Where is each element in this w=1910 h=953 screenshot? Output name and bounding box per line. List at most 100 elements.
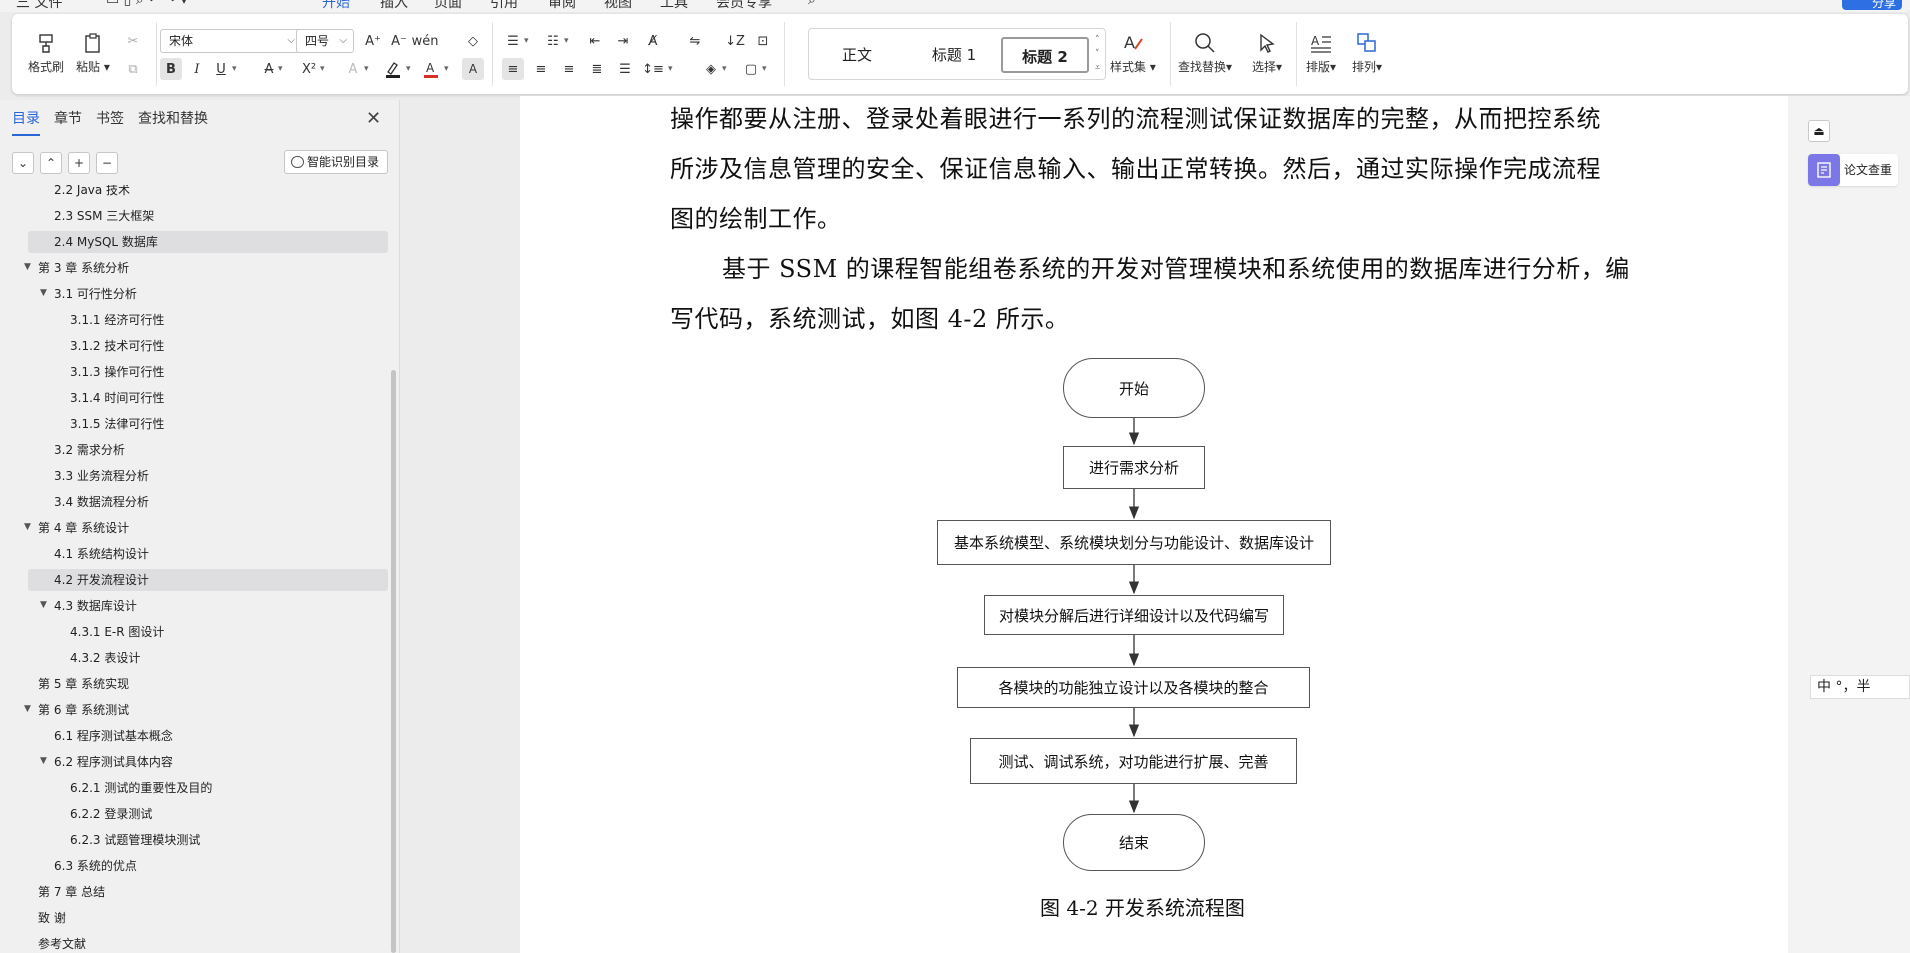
tab-review[interactable]: 审阅 <box>548 0 576 12</box>
add-icon[interactable]: + <box>68 152 90 174</box>
cut-icon[interactable]: ✂ <box>122 30 144 52</box>
line-spacing-icon[interactable]: ↕≡ <box>642 58 664 80</box>
tab-find-replace[interactable]: 查找和替换 <box>138 108 208 130</box>
chinese-layout-icon[interactable]: A̸ <box>642 30 664 52</box>
styles-menu-button[interactable]: A 样式集 ▾ <box>1110 28 1156 75</box>
toc-item[interactable]: 第 5 章 系统实现 <box>38 673 129 695</box>
toc-item[interactable]: 3.1.3 操作可行性 <box>70 361 164 383</box>
close-icon[interactable]: ✕ <box>366 108 381 129</box>
decrease-indent-icon[interactable]: ⇤ <box>584 30 606 52</box>
tab-page[interactable]: 页面 <box>434 0 462 12</box>
style-heading-2[interactable]: 标题 2 <box>1001 37 1089 73</box>
find-replace-button[interactable]: 查找替换▾ <box>1178 28 1232 75</box>
align-right-icon[interactable]: ≡ <box>558 58 580 80</box>
toc-item[interactable]: 3.3 业务流程分析 <box>54 465 149 487</box>
numbered-list-icon[interactable]: ☷ <box>542 30 564 52</box>
toc-item[interactable]: 2.3 SSM 三大框架 <box>54 205 154 227</box>
show-marks-icon[interactable]: ⊡ <box>752 30 774 52</box>
tab-toc[interactable]: 目录 <box>12 108 40 136</box>
font-color-button[interactable]: A <box>420 58 442 80</box>
bullet-list-icon[interactable]: ☰ <box>502 30 524 52</box>
remove-icon[interactable]: − <box>96 152 118 174</box>
toc-item[interactable]: 6.2 程序测试具体内容 <box>54 751 173 773</box>
format-painter-button[interactable]: 格式刷 <box>28 28 64 75</box>
align-center-icon[interactable]: ≡ <box>530 58 552 80</box>
toc-item[interactable]: 参考文献 <box>38 933 86 953</box>
paper-check-button[interactable]: 论文查重 <box>1808 154 1898 186</box>
toc-item[interactable]: 2.4 MySQL 数据库 <box>54 231 158 253</box>
toc-item[interactable]: 4.1 系统结构设计 <box>54 543 149 565</box>
paste-button[interactable]: 粘贴 ▾ <box>76 28 110 75</box>
chevron-down-icon[interactable]: ˅ <box>1095 49 1100 59</box>
toc-item[interactable]: 第 4 章 系统设计 <box>38 517 129 539</box>
scrollbar[interactable] <box>391 370 396 953</box>
toc-item[interactable]: 3.1 可行性分析 <box>54 283 137 305</box>
superscript-button[interactable]: X² <box>298 58 320 80</box>
toc-item[interactable]: 4.2 开发流程设计 <box>54 569 149 591</box>
smart-toc-button[interactable]: 智能识别目录 <box>284 150 388 174</box>
tab-view[interactable]: 视图 <box>604 0 632 12</box>
toc-item[interactable]: 6.2.2 登录测试 <box>70 803 152 825</box>
clear-format-icon[interactable]: ◇ <box>462 30 484 52</box>
style-heading-1[interactable]: 标题 1 <box>907 37 1001 73</box>
text-effect-icon[interactable]: A <box>342 58 364 80</box>
tab-bookmarks[interactable]: 书签 <box>96 108 124 130</box>
expand-toggle-icon[interactable]: ▼ <box>40 288 47 298</box>
justify-icon[interactable]: ≣ <box>586 58 608 80</box>
bold-button[interactable]: B <box>160 58 182 80</box>
toc-item[interactable]: 第 3 章 系统分析 <box>38 257 129 279</box>
search-icon[interactable]: ⌕ <box>808 0 816 8</box>
tab-tools[interactable]: 工具 <box>660 0 688 12</box>
expand-icon[interactable]: ⌃ <box>40 152 62 174</box>
italic-button[interactable]: I <box>186 58 208 80</box>
expand-toggle-icon[interactable]: ▼ <box>40 600 47 610</box>
expand-toggle-icon[interactable]: ▼ <box>24 262 31 272</box>
toc-item[interactable]: 3.1.5 法律可行性 <box>70 413 164 435</box>
shading-icon[interactable]: ◈ <box>700 58 722 80</box>
ime-status-bar[interactable]: 中 °，半 <box>1810 675 1910 699</box>
chevron-up-icon[interactable]: ˄ <box>1095 35 1100 45</box>
increase-indent-icon[interactable]: ⇥ <box>612 30 634 52</box>
toc-item[interactable]: 第 7 章 总结 <box>38 881 105 903</box>
style-body[interactable]: 正文 <box>815 37 899 73</box>
grow-font-icon[interactable]: A⁺ <box>362 30 384 52</box>
document-page[interactable]: 操作都要从注册、登录处着眼进行一系列的流程测试保证数据库的完整，从而把控系统 所… <box>520 96 1788 953</box>
toc-item[interactable]: 3.4 数据流程分析 <box>54 491 149 513</box>
toc-item[interactable]: 3.2 需求分析 <box>54 439 125 461</box>
text-direction-icon[interactable]: ⇋ <box>684 30 706 52</box>
toc-item[interactable]: 3.1.4 时间可行性 <box>70 387 164 409</box>
toc-item[interactable]: 3.1.2 技术可行性 <box>70 335 164 357</box>
font-name-select[interactable]: 宋体 ⌵ <box>160 29 302 53</box>
underline-button[interactable]: U <box>210 58 232 80</box>
phonetic-icon[interactable]: wén <box>412 30 439 52</box>
align-left-icon[interactable]: ≡ <box>502 58 524 80</box>
copy-icon[interactable]: ⧉ <box>122 58 144 80</box>
arrange-button[interactable]: 排列▾ <box>1352 28 1382 75</box>
file-menu[interactable]: 三 文件 <box>16 0 62 12</box>
tab-member[interactable]: 会员专享 <box>716 0 772 12</box>
expand-toggle-icon[interactable]: ▼ <box>24 704 31 714</box>
tab-references[interactable]: 引用 <box>490 0 518 12</box>
toc-item[interactable]: 致 谢 <box>38 907 66 929</box>
toc-item[interactable]: 3.1.1 经济可行性 <box>70 309 164 331</box>
select-button[interactable]: 选择▾ <box>1252 28 1282 75</box>
tab-chapters[interactable]: 章节 <box>54 108 82 130</box>
highlight-color-button[interactable] <box>382 58 404 80</box>
expand-toggle-icon[interactable]: ▼ <box>40 756 47 766</box>
toc-item[interactable]: 6.1 程序测试基本概念 <box>54 725 173 747</box>
toc-item[interactable]: 第 6 章 系统测试 <box>38 699 129 721</box>
tab-insert[interactable]: 插入 <box>380 0 408 12</box>
strikethrough-button[interactable]: A <box>258 58 280 80</box>
toc-item[interactable]: 6.3 系统的优点 <box>54 855 137 877</box>
char-shading-button[interactable]: A <box>462 58 484 80</box>
distributed-icon[interactable]: ☰ <box>614 58 636 80</box>
toc-item[interactable]: 4.3.2 表设计 <box>70 647 140 669</box>
share-button[interactable]: 分享 <box>1842 0 1902 10</box>
tab-home[interactable]: 开始 <box>322 0 350 12</box>
toc-item[interactable]: 6.2.3 试题管理模块测试 <box>70 829 200 851</box>
toc-item[interactable]: 2.2 Java 技术 <box>54 185 130 201</box>
toc-item[interactable]: 4.3 数据库设计 <box>54 595 137 617</box>
border-icon[interactable]: ▢ <box>740 58 762 80</box>
font-size-select[interactable]: 四号 ⌵ <box>296 29 354 53</box>
toc-item[interactable]: 6.2.1 测试的重要性及目的 <box>70 777 212 799</box>
